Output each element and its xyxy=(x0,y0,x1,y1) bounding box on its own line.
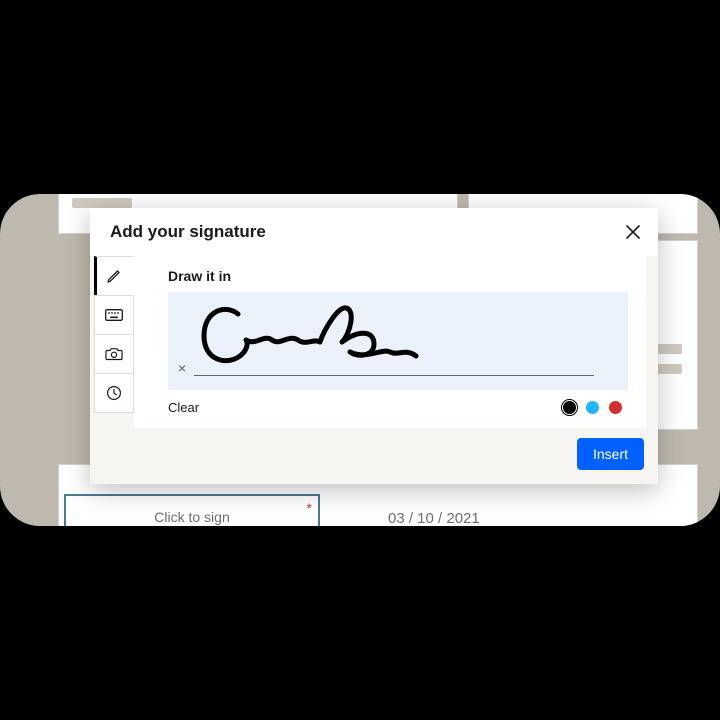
required-indicator: * xyxy=(307,500,312,516)
date-field: 03 / 10 / 2021 xyxy=(388,510,480,526)
input-method-rail xyxy=(94,256,134,428)
document-background: * Click to sign 03 / 10 / 2021 Add your … xyxy=(0,194,720,526)
signature-baseline xyxy=(194,375,594,376)
modal-footer: Insert xyxy=(90,428,658,484)
clear-button[interactable]: Clear xyxy=(168,400,199,415)
close-icon xyxy=(626,225,640,239)
sign-field-placeholder: Click to sign xyxy=(154,509,229,525)
upload-tab[interactable] xyxy=(94,334,134,374)
modal-body: Draw it in × Clear xyxy=(90,256,658,428)
saved-tab[interactable] xyxy=(94,373,134,413)
panel-title: Draw it in xyxy=(168,268,628,284)
insert-button[interactable]: Insert xyxy=(577,438,644,470)
signature-stroke xyxy=(198,300,458,374)
bg-skeleton xyxy=(72,198,132,208)
type-tab[interactable] xyxy=(94,295,134,335)
pencil-icon xyxy=(106,268,122,284)
close-button[interactable] xyxy=(624,223,642,241)
canvas-footer: Clear xyxy=(168,400,628,415)
signature-modal: Add your signature xyxy=(90,208,658,484)
modal-header: Add your signature xyxy=(90,208,658,256)
color-swatch-black[interactable] xyxy=(563,401,576,414)
modal-title: Add your signature xyxy=(110,222,266,242)
clock-icon xyxy=(106,385,122,401)
draw-tab[interactable] xyxy=(94,256,134,296)
camera-icon xyxy=(105,347,123,361)
draw-panel: Draw it in × Clear xyxy=(134,256,646,428)
color-swatches xyxy=(563,401,622,414)
baseline-marker: × xyxy=(178,360,186,376)
sign-field[interactable]: * Click to sign xyxy=(64,494,320,526)
keyboard-icon xyxy=(105,309,123,321)
color-swatch-blue[interactable] xyxy=(586,401,599,414)
color-swatch-red[interactable] xyxy=(609,401,622,414)
signature-canvas[interactable]: × xyxy=(168,292,628,390)
